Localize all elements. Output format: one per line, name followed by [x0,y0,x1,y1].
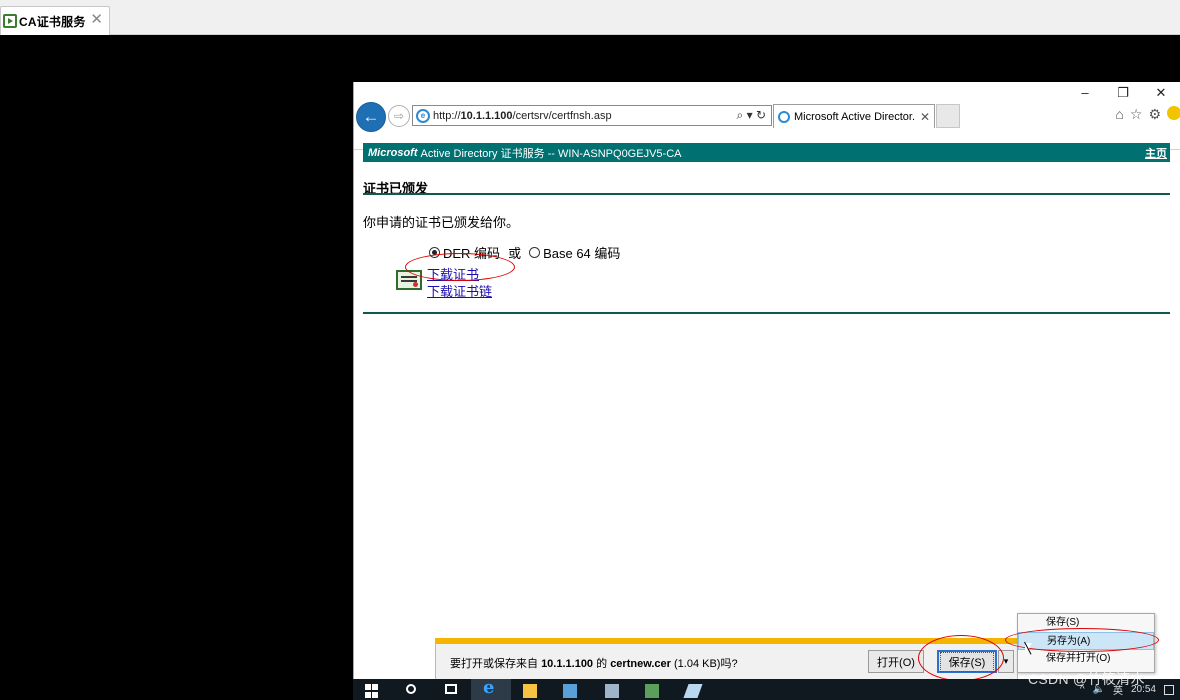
ie-tab-active-directory[interactable]: Microsoft Active Director... ✕ [773,104,935,128]
address-host: 10.1.1.100 [460,109,513,122]
address-path: /certsrv/certfnsh.asp [512,109,612,122]
host-tab-ca-cert-service[interactable]: CA证书服务 ✕ [0,6,110,35]
host-tab-close-icon[interactable]: ✕ [90,12,103,28]
certsrv-header-bar: Microsoft Active Directory 证书服务 -- WIN-A… [363,143,1170,162]
menu-item-save-and-open[interactable]: 保存并打开(O) [1018,650,1154,668]
open-button[interactable]: 打开(O) [868,650,924,673]
mouse-pointer-icon [1025,643,1032,655]
annotation-circle-save-button [918,635,1004,681]
ie-window: – ❐ ✕ ← ⇨ e http://10.1.1.100/certsrv/ce… [353,82,1180,679]
prompt-before: 要打开或保存来自 [450,658,542,670]
home-icon[interactable]: ⌂ [1115,106,1123,123]
back-arrow-icon: ← [362,107,380,126]
address-scheme: http:// [433,109,461,122]
back-button[interactable]: ← [356,102,386,132]
settings-gear-icon[interactable]: ⚙ [1148,106,1161,123]
home-link[interactable]: 主页 [1145,145,1167,161]
notification-center-icon[interactable] [1164,684,1174,695]
ie-command-icons: ⌂ ☆ ⚙ [1115,106,1180,123]
heading-divider [363,193,1170,195]
close-window-button[interactable]: ✕ [1142,82,1180,104]
base64-label: Base 64 编码 [543,246,621,261]
server-manager-icon[interactable] [563,684,577,698]
certsrv-console-icon[interactable] [645,684,659,698]
prompt-middle: 的 [593,658,611,670]
address-tools-search-refresh-icon[interactable]: ⌕ ▾ ↻ [737,108,771,123]
csdn-watermark: CSDN @竹筱清水 [1028,671,1145,687]
ie-navigation-toolbar: ← ⇨ e http://10.1.1.100/certsrv/certfnsh… [354,102,1180,150]
address-bar[interactable]: e http://10.1.1.100/certsrv/certfnsh.asp… [412,105,772,126]
admin-tools-icon[interactable] [605,684,619,698]
address-url[interactable]: http://10.1.1.100/certsrv/certfnsh.asp [433,110,737,122]
vm-console-icon [3,14,17,28]
certsrv-page: Microsoft Active Directory 证书服务 -- WIN-A… [354,130,1180,679]
download-cert-chain-link[interactable]: 下载证书链 [427,281,492,300]
prompt-filename: certnew.cer [610,658,671,670]
ie-tab-icon [778,110,790,123]
windows-start-icon[interactable] [365,684,379,698]
ie-page-icon: e [416,108,430,123]
new-tab-button[interactable] [936,104,960,128]
ie-tab-close-icon[interactable]: ✕ [916,110,934,124]
prompt-after: (1.04 KB)吗? [670,658,738,670]
window-controls: – ❐ ✕ [1066,82,1180,104]
search-icon[interactable] [406,684,416,694]
minimize-button[interactable]: – [1066,82,1104,104]
internet-explorer-icon[interactable] [471,677,511,700]
prompt-host: 10.1.1.100 [541,658,594,670]
notepad-pen-icon[interactable] [683,684,703,698]
issued-message: 你申请的证书已颁发给你。 [363,215,520,230]
host-tab-strip: CA证书服务 ✕ [0,0,1180,35]
base64-radio[interactable] [529,247,541,258]
ie-tab-title: Microsoft Active Director... [794,110,916,123]
content-divider [363,312,1170,314]
forward-arrow-icon: ⇨ [393,109,405,123]
favorites-star-icon[interactable]: ☆ [1130,106,1143,123]
download-prompt: 要打开或保存来自 10.1.1.100 的 certnew.cer (1.04 … [450,655,738,671]
restore-button[interactable]: ❐ [1104,82,1142,104]
forward-button[interactable]: ⇨ [388,105,410,127]
host-tab-title: CA证书服务 [19,14,86,29]
header-title: Active Directory 证书服务 -- WIN-ASNPQ0GEJV5… [420,147,682,160]
task-view-icon[interactable] [445,684,457,694]
file-explorer-icon[interactable] [523,684,537,698]
or-label: 或 [508,246,522,261]
header-brand: Microsoft [368,146,418,159]
feedback-smiley-icon[interactable] [1167,106,1180,120]
annotation-circle-download-cert [405,253,515,281]
